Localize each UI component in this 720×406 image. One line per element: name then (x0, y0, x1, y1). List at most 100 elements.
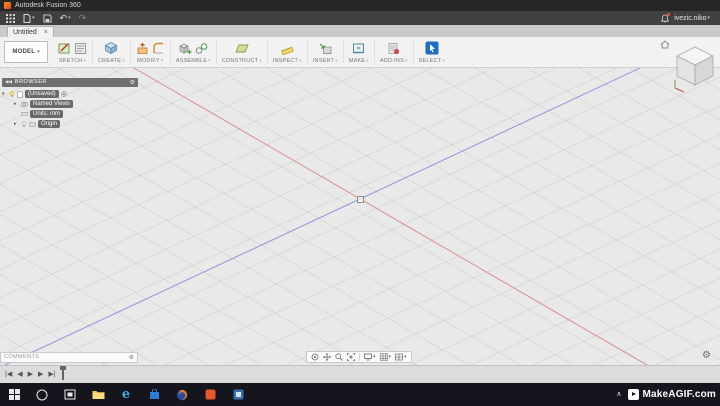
make-3d-print-icon[interactable] (352, 42, 365, 55)
tree-item-units[interactable]: Units: mm (2, 109, 138, 119)
view-cube-icon[interactable] (672, 44, 718, 94)
timeline-bar: |◀ ◀ ▶ ▶ ▶| (0, 365, 720, 383)
skip-to-start-button[interactable]: |◀ (5, 371, 12, 378)
windows-taskbar: e ∧ MakeAGIF.com (0, 383, 720, 406)
tree-item-label[interactable]: Origin (38, 120, 61, 128)
caret-down-icon: ▾ (366, 57, 369, 64)
active-component-radio-icon[interactable] (60, 91, 67, 97)
tree-item-label[interactable]: Units: mm (30, 110, 63, 118)
edge-browser-button[interactable]: e (119, 388, 133, 402)
preferences-gear-icon[interactable]: ⚙ (702, 351, 711, 361)
expand-arrow-icon[interactable]: ▸ (14, 121, 19, 127)
browser-header[interactable]: ◀◀ BROWSER ⚙ (2, 78, 138, 87)
orbit-button[interactable] (311, 353, 319, 361)
title-bar: Autodesk Fusion 360 (0, 0, 720, 11)
origin-point-marker[interactable] (357, 196, 364, 203)
comments-settings-gear-icon[interactable]: ⚙ (129, 355, 134, 361)
construction-plane-icon[interactable] (235, 42, 249, 55)
caret-down-icon: ▾ (160, 57, 164, 64)
ribbon-group-label[interactable]: CONSTRUCT (222, 58, 258, 64)
firefox-browser-button[interactable] (175, 388, 189, 402)
select-cursor-icon[interactable] (425, 41, 439, 55)
ribbon-group-construct: CONSTRUCT ▾ (217, 37, 267, 67)
ribbon-group-label[interactable]: INSPECT (273, 58, 298, 64)
fit-view-button[interactable] (347, 353, 355, 361)
create-sketch-icon[interactable] (58, 42, 71, 55)
application-toolbar: ▾ ↶ ▾ ↷ ivezic.niko ▾ (0, 11, 720, 25)
home-view-icon[interactable] (660, 40, 670, 49)
ribbon-group-label[interactable]: INSERT (313, 58, 334, 64)
caret-down-icon: ▾ (83, 57, 87, 64)
visibility-bulb-icon[interactable] (21, 121, 27, 127)
file-explorer-button[interactable] (91, 388, 105, 402)
x-axis-line[interactable] (133, 68, 648, 365)
caret-down-icon: ▾ (373, 353, 376, 360)
task-view-button[interactable] (63, 388, 77, 402)
tab-untitled[interactable]: Untitled × (7, 26, 54, 37)
undo-button[interactable]: ↶ ▾ (59, 12, 71, 23)
viewports-button[interactable]: ▾ (395, 353, 407, 361)
comments-panel[interactable]: COMMENTS ⚙ (0, 352, 138, 363)
undo-icon: ↶ (59, 12, 68, 23)
workspace-switcher[interactable]: MODEL ▾ (4, 41, 48, 63)
tree-item-named-views[interactable]: ▸ Named Views (2, 99, 138, 109)
create-box-icon[interactable] (104, 41, 118, 55)
pan-button[interactable] (323, 353, 331, 361)
origin-folder-icon (29, 121, 36, 127)
timeline-playback-controls: |◀ ◀ ▶ ▶ ▶| (0, 366, 720, 383)
redo-button[interactable]: ↷ (79, 13, 87, 23)
step-forward-button[interactable]: ▶ (38, 371, 43, 378)
tray-show-hidden-icons[interactable]: ∧ (616, 391, 621, 398)
scripts-addins-icon[interactable] (387, 42, 400, 55)
store-app-button[interactable] (147, 388, 161, 402)
user-account-menu[interactable]: ivezic.niko ▾ (674, 15, 710, 22)
step-back-button[interactable]: ◀ (17, 371, 22, 378)
tree-item-label[interactable]: (Unsaved) (25, 90, 59, 98)
tree-item-document[interactable]: ▾ (Unsaved) (2, 89, 138, 99)
start-button[interactable] (7, 388, 21, 402)
play-button[interactable]: ▶ (28, 371, 33, 378)
joint-icon[interactable] (195, 42, 208, 55)
notifications-button[interactable] (661, 12, 671, 23)
fusion-app-button[interactable] (203, 388, 217, 402)
cortana-search-button[interactable] (35, 388, 49, 402)
ribbon-group-sketch: SKETCH ▾ (53, 37, 92, 67)
browser-settings-gear-icon[interactable]: ⚙ (130, 80, 135, 86)
zoom-button[interactable] (335, 353, 343, 361)
tree-item-origin[interactable]: ▸ Origin (2, 119, 138, 129)
insert-icon[interactable] (319, 42, 332, 55)
collapse-panel-icon[interactable]: ◀◀ (5, 80, 12, 85)
file-menu-button[interactable]: ▾ (23, 13, 35, 23)
skip-to-end-button[interactable]: ▶| (48, 371, 55, 378)
measure-icon[interactable] (280, 42, 294, 55)
browser-tree: ▾ (Unsaved) ▸ Named Views Units: mm ▸ Or… (2, 89, 138, 129)
ribbon-group-label[interactable]: ADD-INS (380, 58, 404, 64)
ribbon-group-label[interactable]: MODIFY (137, 58, 160, 64)
view-cube-widget[interactable] (660, 40, 718, 98)
ribbon-group-label[interactable]: MAKE (349, 58, 365, 64)
ribbon-group-label[interactable]: SELECT (419, 58, 442, 64)
new-component-icon[interactable] (179, 42, 192, 55)
display-settings-button[interactable]: ▾ (364, 353, 376, 361)
fillet-icon[interactable] (152, 42, 165, 55)
ribbon-group-select: SELECT ▾ (414, 37, 450, 67)
timeline-position-marker[interactable] (60, 366, 66, 380)
ribbon-group-label[interactable]: CREATE (98, 58, 121, 64)
ribbon-group-label[interactable]: SKETCH (59, 58, 83, 64)
expand-arrow-icon[interactable]: ▸ (14, 101, 19, 107)
expand-arrow-icon[interactable]: ▾ (2, 91, 7, 97)
windows-start-icon (8, 389, 20, 400)
viewports-icon (395, 353, 403, 361)
press-pull-icon[interactable] (136, 42, 149, 55)
pinned-app-button[interactable] (231, 388, 245, 402)
grid-snap-button[interactable]: ▾ (379, 353, 391, 361)
sketch-palette-icon[interactable] (74, 42, 87, 55)
tree-item-label[interactable]: Named Views (30, 100, 73, 108)
caret-down-icon: ▾ (442, 57, 445, 64)
makeagif-logo-icon (628, 389, 640, 400)
visibility-bulb-icon[interactable] (9, 91, 15, 97)
ribbon-group-label[interactable]: ASSEMBLE (176, 58, 207, 64)
save-button[interactable] (42, 13, 52, 23)
data-panel-button[interactable] (6, 13, 15, 23)
tab-close-icon[interactable]: × (44, 29, 48, 36)
